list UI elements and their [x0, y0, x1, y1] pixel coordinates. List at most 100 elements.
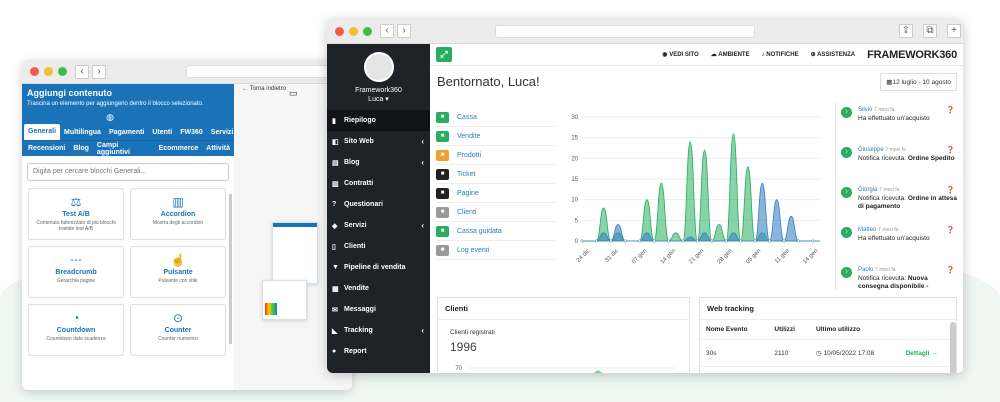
avatar[interactable]	[363, 52, 394, 82]
quick-link-prodotti[interactable]: ■ Prodotti	[436, 146, 556, 165]
quick-link-clienti[interactable]: ■ Clienti	[436, 203, 556, 222]
minimize-dot[interactable]	[349, 26, 358, 36]
sidebar-item-pipeline-di-vendita[interactable]: ▼ Pipeline di vendita	[327, 257, 430, 278]
tab-recensioni[interactable]: Recensioni	[24, 145, 69, 152]
feed-item[interactable]: ♪ Silvio 7 mesi fa Ha effettuato un'acquis…	[836, 102, 957, 142]
url-bar[interactable]	[495, 24, 755, 38]
close-dot[interactable]	[30, 67, 39, 76]
sidebar-item-contratti[interactable]: ▥ Contratti	[327, 173, 430, 194]
quick-link-cassa-guidata[interactable]: ■ Cassa guidata	[436, 222, 556, 241]
tabs-icon[interactable]: ⧉	[923, 24, 937, 38]
data-point[interactable]	[724, 239, 728, 243]
data-point[interactable]	[739, 239, 743, 243]
quick-link-pagine[interactable]: ■ Pagine	[436, 184, 556, 203]
feed-author[interactable]: Matteo	[858, 227, 876, 233]
close-dot[interactable]	[335, 26, 344, 36]
tab-utenti[interactable]: Utenti	[148, 129, 176, 136]
block-pulsante[interactable]: ☝ Pulsante Pulsante con stile	[130, 246, 226, 298]
maximize-dot[interactable]	[363, 26, 372, 36]
forward-nav-button[interactable]: ›	[92, 64, 106, 79]
tab-campi-aggiuntivi[interactable]: Campi aggiuntivi	[93, 142, 155, 156]
support-link[interactable]: ⊕ ASSISTENZA	[811, 51, 856, 58]
quick-link-cassa[interactable]: ■ Cassa	[436, 108, 556, 127]
tab-servizi[interactable]: Servizi	[207, 129, 238, 136]
data-point[interactable]	[609, 239, 613, 243]
feed-author[interactable]: Giuseppe	[858, 147, 884, 153]
sidebar-item-tracking[interactable]: ◣ Tracking ‹	[327, 320, 430, 341]
user-info[interactable]: Framework360 Luca ▾	[327, 86, 430, 104]
sidebar-item-blog[interactable]: ▤ Blog ‹	[327, 152, 430, 173]
back-nav-button[interactable]: ‹	[75, 64, 89, 79]
sidebar-item-messaggi[interactable]: ✉ Messaggi	[327, 299, 430, 320]
tab-pagamenti[interactable]: Pagamenti	[105, 129, 148, 136]
data-point[interactable]	[768, 239, 771, 243]
feed-item[interactable]: ♪ Paolo 7 mesi fa Notifica ricevuta: Nuova…	[836, 262, 957, 290]
feed-item[interactable]: ♪ Matteo 7 mesi fa Ha effettuato un'acquis…	[836, 222, 957, 262]
tab-multilingua[interactable]: Multilingua	[60, 129, 105, 136]
feed-author[interactable]: Silvio	[858, 107, 872, 113]
sidebar-item-servizi[interactable]: ◈ Servizi ‹	[327, 215, 430, 236]
view-site-link[interactable]: ◉ VEDI SITO	[662, 51, 699, 58]
back-nav-button[interactable]: ‹	[380, 24, 394, 38]
back-button[interactable]: ← Torna indietro	[242, 86, 286, 93]
details-link[interactable]: Dettagli →	[899, 339, 956, 367]
data-point[interactable]	[710, 239, 714, 243]
tab-attività[interactable]: Attività	[202, 145, 234, 152]
block-countdown[interactable]: ◔ Countdown Countdown data scadenza	[28, 304, 124, 356]
quick-link-ticket[interactable]: ■ Ticket	[436, 165, 556, 184]
tab-generali[interactable]: Generali	[24, 124, 61, 140]
data-point[interactable]	[594, 239, 598, 243]
share-icon[interactable]: ⇪	[899, 24, 913, 38]
help-icon[interactable]: ❓	[946, 106, 955, 114]
minimize-dot[interactable]	[44, 67, 53, 76]
details-link[interactable]: Dettagli →	[899, 366, 956, 373]
block-accordion[interactable]: ▥ Accordion Mostra degli accordion	[130, 188, 226, 240]
feed-author[interactable]: Giorgia	[858, 187, 877, 193]
forward-nav-button[interactable]: ›	[397, 24, 411, 38]
data-point[interactable]	[580, 239, 584, 243]
data-point[interactable]	[667, 239, 670, 243]
help-icon[interactable]: ❓	[946, 226, 955, 234]
block-breadcrumb[interactable]: ⋯ Breadcrumb Gerarchia pagine	[28, 246, 124, 298]
sidebar-item-sito-web[interactable]: ◧ Sito Web ‹	[327, 131, 430, 152]
palette-icon[interactable]: ◍	[106, 112, 114, 123]
tab-ecommerce[interactable]: Ecommerce	[155, 145, 203, 152]
sidebar-item-questionari[interactable]: ? Questionari	[327, 194, 430, 215]
data-point[interactable]	[695, 239, 699, 243]
url-bar[interactable]	[186, 65, 346, 78]
data-point[interactable]	[623, 239, 627, 243]
date-range-picker[interactable]: ▦12 luglio - 10 agosto	[880, 73, 957, 91]
data-point[interactable]	[796, 239, 800, 243]
maximize-dot[interactable]	[58, 67, 67, 76]
data-point[interactable]	[753, 239, 757, 243]
data-point[interactable]	[811, 239, 815, 243]
block-counter[interactable]: ⊙ Counter Counter numerico	[130, 304, 226, 356]
sidebar-item-riepilogo[interactable]: ▮ Riepilogo	[327, 110, 430, 131]
new-tab-icon[interactable]: +	[947, 24, 961, 38]
feed-item[interactable]: ♪ Giuseppe 7 mesi fa Notifica ricevuta: Or…	[836, 142, 957, 182]
environment-link[interactable]: ☁ AMBIENTE	[711, 51, 750, 58]
block-search-input[interactable]: Digita per cercare blocchi Generali...	[27, 163, 229, 181]
panel-scrollbar[interactable]	[229, 194, 232, 344]
table-scrollbar[interactable]	[950, 322, 956, 373]
sidebar-item-clienti[interactable]: ▯ Clienti	[327, 236, 430, 257]
data-point[interactable]	[681, 239, 685, 243]
expand-icon[interactable]: ⤢	[436, 47, 452, 62]
data-point[interactable]	[638, 239, 642, 243]
data-point[interactable]	[782, 239, 786, 243]
notifications-link[interactable]: ♪ NOTIFICHE	[762, 52, 799, 58]
help-icon[interactable]: ❓	[946, 186, 955, 194]
data-point[interactable]	[652, 239, 656, 243]
quick-link-log-eventi[interactable]: ■ Log eventi	[436, 241, 556, 260]
block-test-a-b[interactable]: ⚖ Test A/B Contenuto fattorizzato di più b…	[28, 188, 124, 240]
help-icon[interactable]: ❓	[946, 146, 955, 154]
monitor-icon[interactable]: ▭	[289, 88, 298, 99]
tab-fw360[interactable]: FW360	[176, 129, 207, 136]
feed-author[interactable]: Paolo	[858, 267, 873, 273]
tab-blog[interactable]: Blog	[69, 145, 93, 152]
help-icon[interactable]: ❓	[946, 266, 955, 274]
feed-item[interactable]: ♪ Giorgia 7 mesi fa Notifica ricevuta: Ord…	[836, 182, 957, 222]
sidebar-item-vendite[interactable]: ▦ Vendite	[327, 278, 430, 299]
quick-link-vendite[interactable]: ■ Vendite	[436, 127, 556, 146]
sidebar-item-report[interactable]: ● Report	[327, 341, 430, 362]
